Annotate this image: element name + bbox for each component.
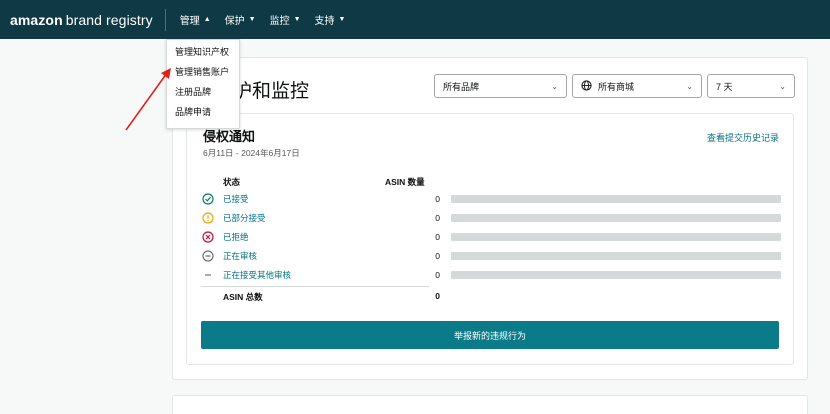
chevron-down-icon: ⌄ [551,82,558,91]
nav-divider [164,8,166,31]
status-bar [451,214,781,222]
status-row-other-review: 正在接受其他审核 0 [201,266,781,284]
status-bar [451,271,781,279]
status-bar [451,252,781,260]
menu-item-manage-ip[interactable]: 管理知识产权 [167,43,239,63]
status-row-accepted: 已接受 0 [201,190,781,208]
status-count: 0 [435,194,440,204]
nav-manage-label: 管理 [179,16,200,27]
nav-support-label: 支持 [314,16,335,27]
status-label[interactable]: 正在接受其他审核 [223,269,291,281]
x-circle-icon [201,230,215,244]
caret-down-icon: ▼ [248,16,256,23]
brand-select[interactable]: 所有品牌 ⌄ [434,74,567,98]
status-count: 0 [435,251,440,261]
status-row-in-review: 正在审核 0 [201,247,781,265]
marketplace-select-value: 所有商城 [598,81,635,92]
globe-icon [581,79,592,93]
brand-registry-logo[interactable]: amazon brand registry [10,12,153,28]
logo-brand-registry-text: brand registry [65,11,153,28]
check-circle-icon [201,192,215,206]
report-new-violation-button[interactable]: 举报新的违规行为 [201,321,779,349]
infringement-notice-panel: 侵权通知 6月11日 - 2024年6月17日 查看提交历史记录 状态 ASIN… [186,113,794,365]
status-count: 0 [435,213,440,223]
manage-dropdown-menu: 管理知识产权 管理销售账户 注册品牌 品牌申请 [166,39,240,129]
marketplace-select[interactable]: 所有商城 ⌄ [572,74,702,98]
status-column-header: 状态 [223,177,241,187]
chevron-down-icon: ⌄ [686,82,693,91]
menu-item-brand-applications[interactable]: 品牌申请 [167,103,239,123]
asin-total-label: ASIN 总数 [223,292,263,302]
status-bar [451,195,781,203]
date-range-select[interactable]: 7 天 ⌄ [707,74,795,98]
secondary-card [172,395,808,414]
minus-circle-icon [201,249,215,263]
status-label[interactable]: 已部分接受 [223,212,266,224]
asin-count-column-header: ASIN 数量 [385,177,425,187]
page-title: 护和监控 [233,81,310,102]
logo-amazon-text: amazon [10,11,63,28]
dash-icon [201,268,215,282]
nav-protect[interactable]: 保护 ▼ [225,12,256,27]
date-range-select-value: 7 天 [716,81,733,92]
asin-total-row: ASIN 总数 0 [201,287,441,307]
top-navigation-bar: amazon brand registry 管理 ▲ 保护 ▼ 监控 ▼ 支持 … [0,0,830,39]
chevron-down-icon: ⌄ [779,82,786,91]
status-row-partially-accepted: 已部分接受 0 [201,209,781,227]
nav-monitor-label: 监控 [269,16,290,27]
menu-item-manage-selling-accounts[interactable]: 管理销售账户 [167,63,239,83]
nav-monitor[interactable]: 监控 ▼ [270,12,301,27]
caret-down-icon: ▼ [338,16,346,23]
caret-down-icon: ▼ [293,16,301,23]
protect-monitor-card: 护和监控 所有品牌 ⌄ 所有商城 ⌄ 7 天 ⌄ 侵权通知 6月11日 - 20… [172,57,808,380]
infringement-date-range: 6月11日 - 2024年6月17日 [203,148,300,158]
nav-manage[interactable]: 管理 ▲ [180,12,211,27]
nav-support[interactable]: 支持 ▼ [315,12,346,27]
status-label[interactable]: 已拒绝 [223,231,249,243]
asin-total-value: 0 [435,291,440,301]
caret-up-icon: ▲ [203,16,211,23]
status-label[interactable]: 已接受 [223,193,249,205]
menu-item-enroll-brand[interactable]: 注册品牌 [167,83,239,103]
status-label[interactable]: 正在审核 [223,250,257,262]
nav-protect-label: 保护 [224,16,245,27]
status-count: 0 [435,270,440,280]
status-row-rejected: 已拒绝 0 [201,228,781,246]
status-bar [451,233,781,241]
status-count: 0 [435,232,440,242]
brand-select-value: 所有品牌 [443,81,480,92]
warning-circle-icon [201,211,215,225]
view-submission-history-link[interactable]: 查看提交历史记录 [707,131,779,144]
